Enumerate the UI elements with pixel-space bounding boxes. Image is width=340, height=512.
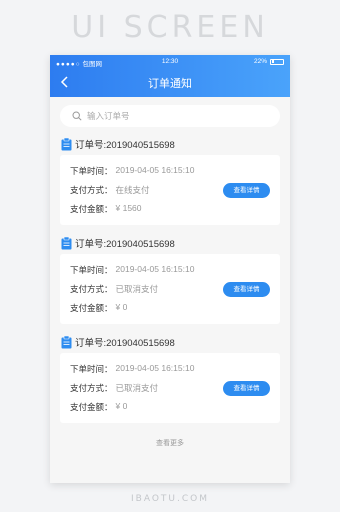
- order-time-value: 2019-04-05 16:15:10: [115, 165, 195, 175]
- clipboard-icon: [61, 335, 72, 348]
- order-header: 订单号:2019040515698: [61, 236, 175, 250]
- status-right: 22%: [254, 58, 284, 65]
- phone-screen: ●●●●○ 包图网 12:30 22% 订单通知 输入订单号 订单号:20190…: [50, 55, 290, 483]
- order-time-row: 下单时间： 2019-04-05 16:15:10: [70, 264, 194, 276]
- header: ●●●●○ 包图网 12:30 22% 订单通知: [50, 55, 290, 97]
- payment-amount-value: ¥ 1560: [115, 203, 142, 213]
- payment-amount-row: 支付金额： ¥ 0: [70, 401, 127, 413]
- payment-method-value: 在线支付: [115, 185, 150, 195]
- order-header: 订单号:2019040515698: [61, 335, 175, 349]
- order-time-key: 下单时间：: [70, 166, 113, 176]
- status-bar: ●●●●○ 包图网 12:30 22%: [50, 57, 290, 70]
- payment-method-key: 支付方式：: [70, 284, 113, 294]
- payment-method-row: 支付方式： 已取消支付: [70, 382, 158, 394]
- order-time-value: 2019-04-05 16:15:10: [115, 363, 195, 373]
- payment-amount-row: 支付金额： ¥ 0: [70, 302, 127, 314]
- search-input[interactable]: [87, 111, 257, 121]
- payment-method-key: 支付方式：: [70, 185, 113, 195]
- watermark-footer: IBAOTU.COM: [131, 494, 209, 504]
- clipboard-icon: [61, 137, 72, 150]
- order-card: 下单时间： 2019-04-05 16:15:10 支付方式： 在线支付 支付金…: [60, 155, 280, 225]
- view-details-button[interactable]: 查看详情: [223, 183, 270, 198]
- order-number: 订单号:2019040515698: [75, 239, 175, 250]
- payment-amount-key: 支付金额：: [70, 303, 113, 313]
- search-bar[interactable]: [60, 105, 280, 127]
- payment-method-key: 支付方式：: [70, 383, 113, 393]
- order-time-row: 下单时间： 2019-04-05 16:15:10: [70, 363, 194, 375]
- payment-amount-key: 支付金额：: [70, 204, 113, 214]
- page-title: 订单通知: [148, 78, 192, 90]
- order-time-key: 下单时间：: [70, 265, 113, 275]
- order-time-row: 下单时间： 2019-04-05 16:15:10: [70, 165, 194, 177]
- battery-icon: [270, 58, 284, 65]
- order-card: 下单时间： 2019-04-05 16:15:10 支付方式： 已取消支付 支付…: [60, 254, 280, 324]
- payment-amount-row: 支付金额： ¥ 1560: [70, 203, 142, 215]
- clipboard-icon: [61, 236, 72, 249]
- battery-percent: 22%: [253, 58, 267, 65]
- payment-amount-value: ¥ 0: [115, 302, 128, 312]
- payment-method-value: 已取消支付: [115, 383, 159, 393]
- watermark-title: UI SCREEN: [71, 10, 269, 45]
- payment-method-value: 已取消支付: [115, 284, 159, 294]
- order-header: 订单号:2019040515698: [61, 137, 175, 151]
- search-icon: [72, 111, 82, 121]
- order-number: 订单号:2019040515698: [75, 338, 175, 349]
- view-details-button[interactable]: 查看详情: [223, 282, 270, 297]
- view-details-button[interactable]: 查看详情: [223, 381, 270, 396]
- order-time-value: 2019-04-05 16:15:10: [115, 264, 195, 274]
- order-card: 下单时间： 2019-04-05 16:15:10 支付方式： 已取消支付 支付…: [60, 353, 280, 423]
- payment-amount-key: 支付金额：: [70, 402, 113, 412]
- payment-amount-value: ¥ 0: [115, 401, 128, 411]
- payment-method-row: 支付方式： 在线支付: [70, 184, 150, 196]
- order-time-key: 下单时间：: [70, 364, 113, 374]
- load-more-link[interactable]: 查看更多: [50, 438, 290, 448]
- payment-method-row: 支付方式： 已取消支付: [70, 283, 158, 295]
- order-number: 订单号:2019040515698: [75, 140, 175, 151]
